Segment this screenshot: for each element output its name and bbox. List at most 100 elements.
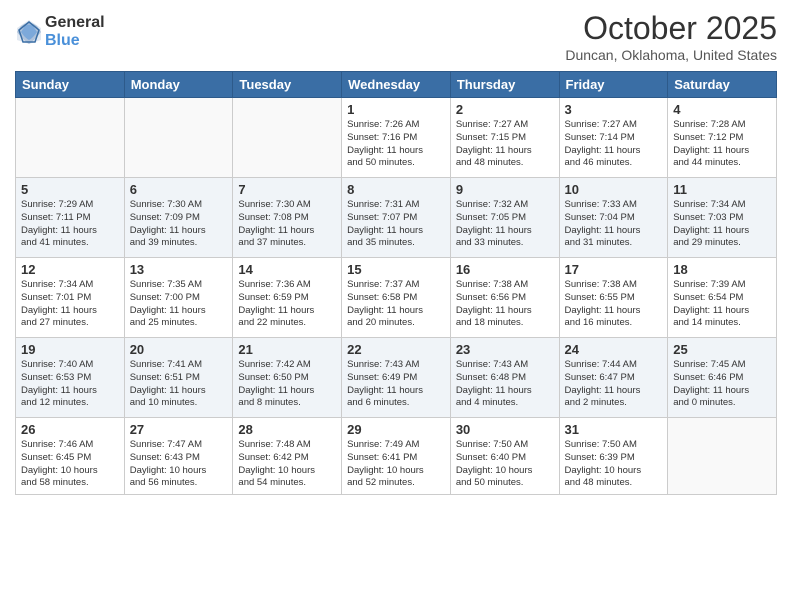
location-text: Duncan, Oklahoma, United States [565, 47, 777, 63]
day-number: 30 [456, 422, 554, 437]
day-number: 8 [347, 182, 445, 197]
day-info: Sunrise: 7:40 AM Sunset: 6:53 PM Dayligh… [21, 359, 119, 410]
day-info: Sunrise: 7:27 AM Sunset: 7:14 PM Dayligh… [565, 119, 663, 170]
day-info: Sunrise: 7:28 AM Sunset: 7:12 PM Dayligh… [673, 119, 771, 170]
calendar-cell: 21 Sunrise: 7:42 AM Sunset: 6:50 PM Dayli… [233, 338, 342, 418]
day-info: Sunrise: 7:31 AM Sunset: 7:07 PM Dayligh… [347, 199, 445, 250]
calendar-cell: 4 Sunrise: 7:28 AM Sunset: 7:12 PM Daylig… [668, 98, 777, 178]
calendar-cell: 23Sunrise: 7:43 AM Sunset: 6:48 PM Dayli… [450, 338, 559, 418]
day-number: 20 [130, 342, 228, 357]
calendar-cell: 17 Sunrise: 7:38 AM Sunset: 6:55 PM Dayli… [559, 258, 668, 338]
calendar-cell: 16 Sunrise: 7:38 AM Sunset: 6:56 PM Dayli… [450, 258, 559, 338]
day-number: 16 [456, 262, 554, 277]
calendar-cell: 22 Sunrise: 7:43 AM Sunset: 6:49 PM Dayli… [342, 338, 451, 418]
calendar-cell: 24Sunrise: 7:44 AM Sunset: 6:47 PM Dayli… [559, 338, 668, 418]
calendar-cell: 14 Sunrise: 7:36 AM Sunset: 6:59 PM Dayli… [233, 258, 342, 338]
calendar-week-5: 26 Sunrise: 7:46 AM Sunset: 6:45 PM Dayli… [16, 418, 777, 495]
day-number: 24 [565, 342, 663, 357]
day-info: Sunrise: 7:36 AM Sunset: 6:59 PM Dayligh… [238, 279, 336, 330]
day-info: Sunrise: 7:48 AM Sunset: 6:42 PM Dayligh… [238, 439, 336, 490]
calendar-cell: 29 Sunrise: 7:49 AM Sunset: 6:41 PM Dayli… [342, 418, 451, 495]
calendar-week-2: 5Sunrise: 7:29 AM Sunset: 7:11 PM Daylig… [16, 178, 777, 258]
day-number: 25 [673, 342, 771, 357]
header-friday: Friday [559, 72, 668, 98]
day-info: Sunrise: 7:49 AM Sunset: 6:41 PM Dayligh… [347, 439, 445, 490]
calendar-cell [16, 98, 125, 178]
day-number: 21 [238, 342, 336, 357]
day-number: 18 [673, 262, 771, 277]
calendar-week-3: 12 Sunrise: 7:34 AM Sunset: 7:01 PM Dayli… [16, 258, 777, 338]
calendar-cell: 8 Sunrise: 7:31 AM Sunset: 7:07 PM Daylig… [342, 178, 451, 258]
page-container: General Blue October 2025 Duncan, Oklaho… [0, 0, 792, 612]
header-wednesday: Wednesday [342, 72, 451, 98]
day-number: 31 [565, 422, 663, 437]
logo-blue-text: Blue [45, 32, 105, 50]
calendar-cell: 6Sunrise: 7:30 AM Sunset: 7:09 PM Daylig… [124, 178, 233, 258]
day-number: 27 [130, 422, 228, 437]
calendar-cell: 5Sunrise: 7:29 AM Sunset: 7:11 PM Daylig… [16, 178, 125, 258]
calendar-cell: 15Sunrise: 7:37 AM Sunset: 6:58 PM Dayli… [342, 258, 451, 338]
calendar-week-4: 19 Sunrise: 7:40 AM Sunset: 6:53 PM Dayli… [16, 338, 777, 418]
calendar-cell: 20 Sunrise: 7:41 AM Sunset: 6:51 PM Dayli… [124, 338, 233, 418]
day-info: Sunrise: 7:34 AM Sunset: 7:01 PM Dayligh… [21, 279, 119, 330]
day-info: Sunrise: 7:45 AM Sunset: 6:46 PM Dayligh… [673, 359, 771, 410]
calendar-cell: 1 Sunrise: 7:26 AM Sunset: 7:16 PM Daylig… [342, 98, 451, 178]
day-number: 28 [238, 422, 336, 437]
day-number: 15 [347, 262, 445, 277]
calendar-cell: 31Sunrise: 7:50 AM Sunset: 6:39 PM Dayli… [559, 418, 668, 495]
day-number: 12 [21, 262, 119, 277]
calendar-cell: 2 Sunrise: 7:27 AM Sunset: 7:15 PM Daylig… [450, 98, 559, 178]
day-info: Sunrise: 7:38 AM Sunset: 6:56 PM Dayligh… [456, 279, 554, 330]
calendar-header-row: Sunday Monday Tuesday Wednesday Thursday… [16, 72, 777, 98]
day-info: Sunrise: 7:43 AM Sunset: 6:48 PM Dayligh… [456, 359, 554, 410]
day-info: Sunrise: 7:27 AM Sunset: 7:15 PM Dayligh… [456, 119, 554, 170]
day-number: 3 [565, 102, 663, 117]
day-info: Sunrise: 7:50 AM Sunset: 6:40 PM Dayligh… [456, 439, 554, 490]
day-info: Sunrise: 7:26 AM Sunset: 7:16 PM Dayligh… [347, 119, 445, 170]
day-number: 1 [347, 102, 445, 117]
header-thursday: Thursday [450, 72, 559, 98]
day-info: Sunrise: 7:30 AM Sunset: 7:08 PM Dayligh… [238, 199, 336, 250]
day-number: 22 [347, 342, 445, 357]
day-info: Sunrise: 7:41 AM Sunset: 6:51 PM Dayligh… [130, 359, 228, 410]
day-info: Sunrise: 7:38 AM Sunset: 6:55 PM Dayligh… [565, 279, 663, 330]
day-info: Sunrise: 7:29 AM Sunset: 7:11 PM Dayligh… [21, 199, 119, 250]
calendar-cell: 10 Sunrise: 7:33 AM Sunset: 7:04 PM Dayli… [559, 178, 668, 258]
header: General Blue October 2025 Duncan, Oklaho… [15, 10, 777, 63]
day-number: 4 [673, 102, 771, 117]
day-number: 19 [21, 342, 119, 357]
day-info: Sunrise: 7:42 AM Sunset: 6:50 PM Dayligh… [238, 359, 336, 410]
calendar-cell: 11Sunrise: 7:34 AM Sunset: 7:03 PM Dayli… [668, 178, 777, 258]
day-number: 26 [21, 422, 119, 437]
calendar-cell: 30 Sunrise: 7:50 AM Sunset: 6:40 PM Dayli… [450, 418, 559, 495]
logo-general-text: General [45, 14, 105, 32]
day-number: 29 [347, 422, 445, 437]
month-title: October 2025 [565, 10, 777, 47]
logo-icon [15, 18, 43, 46]
day-info: Sunrise: 7:39 AM Sunset: 6:54 PM Dayligh… [673, 279, 771, 330]
day-info: Sunrise: 7:33 AM Sunset: 7:04 PM Dayligh… [565, 199, 663, 250]
day-number: 9 [456, 182, 554, 197]
calendar-cell: 9Sunrise: 7:32 AM Sunset: 7:05 PM Daylig… [450, 178, 559, 258]
calendar-cell: 25 Sunrise: 7:45 AM Sunset: 6:46 PM Dayli… [668, 338, 777, 418]
calendar-cell [233, 98, 342, 178]
day-info: Sunrise: 7:46 AM Sunset: 6:45 PM Dayligh… [21, 439, 119, 490]
header-sunday: Sunday [16, 72, 125, 98]
calendar-cell: 3 Sunrise: 7:27 AM Sunset: 7:14 PM Daylig… [559, 98, 668, 178]
logo: General Blue [15, 14, 105, 49]
day-number: 2 [456, 102, 554, 117]
calendar-cell: 28 Sunrise: 7:48 AM Sunset: 6:42 PM Dayli… [233, 418, 342, 495]
day-number: 14 [238, 262, 336, 277]
day-number: 10 [565, 182, 663, 197]
calendar-table: Sunday Monday Tuesday Wednesday Thursday… [15, 71, 777, 495]
calendar-cell: 26 Sunrise: 7:46 AM Sunset: 6:45 PM Dayli… [16, 418, 125, 495]
header-saturday: Saturday [668, 72, 777, 98]
day-info: Sunrise: 7:43 AM Sunset: 6:49 PM Dayligh… [347, 359, 445, 410]
logo-text: General Blue [45, 14, 105, 49]
day-number: 11 [673, 182, 771, 197]
header-monday: Monday [124, 72, 233, 98]
calendar-cell [124, 98, 233, 178]
day-number: 17 [565, 262, 663, 277]
day-number: 6 [130, 182, 228, 197]
day-info: Sunrise: 7:47 AM Sunset: 6:43 PM Dayligh… [130, 439, 228, 490]
